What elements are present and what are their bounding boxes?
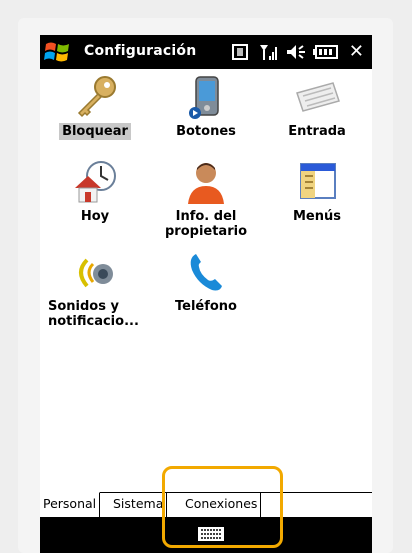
setting-item-hoy[interactable]: Hoy [40,160,150,225]
setting-item-info-propietario[interactable]: Info. del propietario [151,160,261,240]
owner-person-icon [188,163,224,204]
setting-item-botones[interactable]: Botones [151,75,261,140]
tab-personal[interactable]: Personal [40,492,101,517]
menus-window-icon [300,163,336,199]
signal-icon[interactable] [258,41,280,63]
today-clock-house-icon [75,161,116,203]
windows-flag-icon[interactable] [43,38,73,66]
setting-label: Entrada [288,124,346,139]
storage-card-icon[interactable] [230,41,250,63]
sound-notification-icon [79,258,113,288]
setting-label: Hoy [80,209,110,224]
setting-label: Menús [292,209,341,224]
highlight-box [162,466,283,548]
window-title: Configuración [84,43,197,59]
setting-item-menus[interactable]: Menús [262,160,372,225]
setting-label: Sonidos y notificacio... [48,299,139,329]
setting-item-entrada[interactable]: Entrada [262,75,372,140]
setting-label: Botones [176,124,236,139]
setting-item-telefono[interactable]: Teléfono [151,250,261,315]
setting-label: Bloquear [59,123,131,140]
phone-handset-icon [190,254,222,291]
setting-item-sonidos[interactable]: Sonidos y notificacio... [40,250,150,330]
tab-sistema[interactable]: Sistema [110,493,168,517]
key-icon [77,76,116,118]
device-buttons-icon [189,76,219,119]
volume-icon[interactable] [285,41,309,63]
title-bar: Configuración ✕ [40,35,372,69]
battery-icon[interactable] [312,41,340,63]
keyboard-icon [296,82,340,112]
setting-item-bloquear[interactable]: Bloquear [40,75,150,140]
close-icon[interactable]: ✕ [349,41,364,62]
setting-label: Teléfono [174,299,237,314]
setting-label: Info. del propietario [164,209,247,239]
